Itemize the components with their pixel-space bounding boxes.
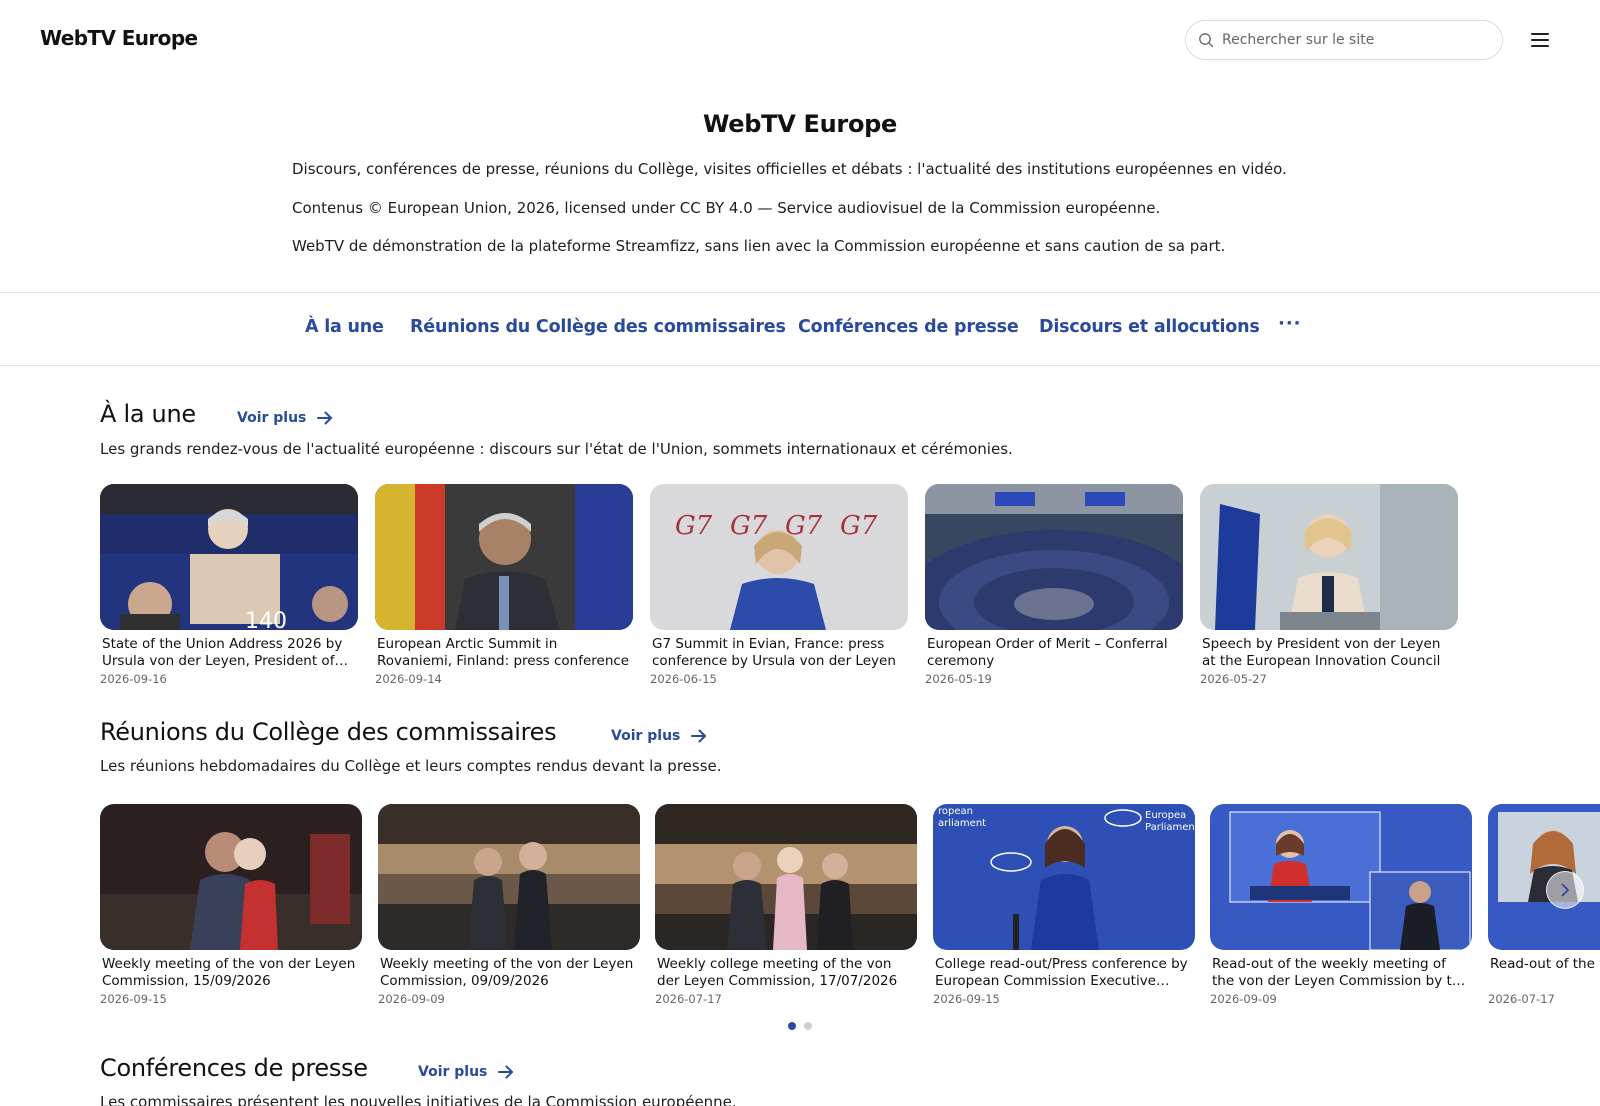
page-title: WebTV Europe [702,110,898,138]
voir-plus-a-la-une[interactable]: Voir plus [237,409,334,427]
voir-plus-label: Voir plus [237,410,307,426]
carousel-dot-1[interactable] [788,1022,796,1030]
video-date: 2026-09-14 [375,672,442,686]
tab-discours-allocutions[interactable]: Discours et allocutions [1039,317,1260,337]
video-card[interactable]: G7 G7 G7 G7 G7 Summit in Evian, France: … [650,484,908,686]
voir-plus-conferences-presse[interactable]: Voir plus [418,1063,515,1081]
section-description: Les réunions hebdomadaires du Collège et… [100,757,722,775]
video-title[interactable]: European Arctic Summit in Rovaniemi, Fin… [375,636,633,670]
search-input[interactable] [1222,32,1492,48]
video-title[interactable]: Weekly meeting of the von der Leyen Comm… [100,956,362,990]
svg-text:Parliamen: Parliamen [1145,822,1195,833]
arrow-right-icon [498,1065,514,1079]
video-title[interactable]: Weekly meeting of the von der Leyen Comm… [378,956,640,990]
video-date: 2026-09-16 [100,672,167,686]
video-thumbnail[interactable] [655,804,917,950]
video-card[interactable]: Weekly meeting of the von der Leyen Comm… [100,804,362,1006]
section-title-a-la-une: À la une [100,400,196,428]
video-title[interactable]: Read-out of the weekly meeting of the vo… [1488,956,1600,990]
video-card[interactable]: ropean arliament Europea Parliamen Colle… [933,804,1195,1006]
video-thumbnail[interactable] [1210,804,1472,950]
carousel-dot-2[interactable] [804,1022,812,1030]
section-title-conferences-presse: Conférences de presse [100,1054,368,1082]
video-card[interactable]: Speech by President von der Leyen at the… [1200,484,1458,686]
video-thumbnail[interactable] [1200,484,1458,630]
tab-a-la-une[interactable]: À la une [305,317,384,337]
hero-line-2: Contenus © European Union, 2026, license… [292,199,1161,217]
voir-plus-label: Voir plus [418,1064,488,1080]
voir-plus-label: Voir plus [611,728,681,744]
tab-conferences-presse[interactable]: Conférences de presse [798,317,1019,337]
svg-text:G7: G7 [675,511,713,541]
video-thumbnail[interactable] [925,484,1183,630]
video-card[interactable]: European Order of Merit – Conferral cere… [925,484,1183,686]
video-date: 2026-09-15 [933,992,1000,1006]
video-thumbnail[interactable]: ropean arliament Europea Parliamen [933,804,1195,950]
video-date: 2026-05-27 [1200,672,1267,686]
video-thumbnail[interactable]: 140 [100,484,358,630]
video-thumbnail[interactable] [378,804,640,950]
video-thumbnail[interactable] [1488,804,1600,950]
more-tabs-button[interactable]: ··· [1278,313,1302,334]
video-thumbnail[interactable] [375,484,633,630]
video-card[interactable]: Weekly meeting of the von der Leyen Comm… [378,804,640,1006]
video-date: 2026-05-19 [925,672,992,686]
svg-text:arliament: arliament [938,818,986,829]
search-icon [1199,33,1214,48]
category-nav: À la une Réunions du Collège des commiss… [0,292,1600,366]
menu-icon[interactable] [1528,28,1552,52]
video-date: 2026-07-17 [655,992,722,1006]
video-date: 2026-06-15 [650,672,717,686]
video-title[interactable]: European Order of Merit – Conferral cere… [925,636,1183,670]
video-date: 2026-09-09 [378,992,445,1006]
chevron-right-icon [1561,883,1569,897]
carousel-pagination [788,1022,812,1030]
video-date: 2026-09-15 [100,992,167,1006]
video-thumbnail[interactable] [100,804,362,950]
video-thumbnail[interactable]: G7 G7 G7 G7 [650,484,908,630]
hero-line-3: WebTV de démonstration de la plateforme … [292,237,1226,255]
video-title[interactable]: G7 Summit in Evian, France: press confer… [650,636,908,670]
video-title[interactable]: College read-out/Press conference by Eur… [933,956,1195,990]
video-date: 2026-09-09 [1210,992,1277,1006]
carousel-next-button[interactable] [1546,871,1584,909]
svg-text:Europea: Europea [1145,810,1186,821]
video-title[interactable]: Speech by President von der Leyen at the… [1200,636,1458,670]
svg-text:ropean: ropean [938,806,973,817]
tab-reunions-college[interactable]: Réunions du Collège des commissaires [410,317,786,337]
arrow-right-icon [691,729,707,743]
section-description: Les commissaires présentent les nouvelle… [100,1093,737,1106]
video-title[interactable]: Weekly college meeting of the von der Le… [655,956,917,990]
video-card[interactable]: European Arctic Summit in Rovaniemi, Fin… [375,484,633,686]
video-title[interactable]: Read-out of the weekly meeting of the vo… [1210,956,1472,990]
video-date: 2026-07-17 [1488,992,1555,1006]
section-description: Les grands rendez-vous de l'actualité eu… [100,440,1013,458]
arrow-right-icon [317,411,333,425]
video-title[interactable]: State of the Union Address 2026 by Ursul… [100,636,358,670]
section-title-reunions-college: Réunions du Collège des commissaires [100,718,557,746]
top-bar: WebTV Europe [0,0,1600,80]
site-logo[interactable]: WebTV Europe [40,26,198,50]
svg-text:G7: G7 [840,511,878,541]
svg-text:140: 140 [245,609,287,630]
svg-text:G7: G7 [730,511,768,541]
video-card[interactable]: 140 State of the Union Address 2026 by U… [100,484,358,686]
video-card[interactable]: Read-out of the weekly meeting of the vo… [1210,804,1472,1006]
video-card[interactable]: Weekly college meeting of the von der Le… [655,804,917,1006]
voir-plus-reunions-college[interactable]: Voir plus [611,727,708,745]
video-card[interactable]: Read-out of the weekly meeting of the vo… [1488,804,1600,1006]
hero-line-1: Discours, conférences de presse, réunion… [292,160,1287,178]
hero-section: WebTV Europe Discours, conférences de pr… [0,110,1600,255]
search-box[interactable] [1185,20,1503,60]
